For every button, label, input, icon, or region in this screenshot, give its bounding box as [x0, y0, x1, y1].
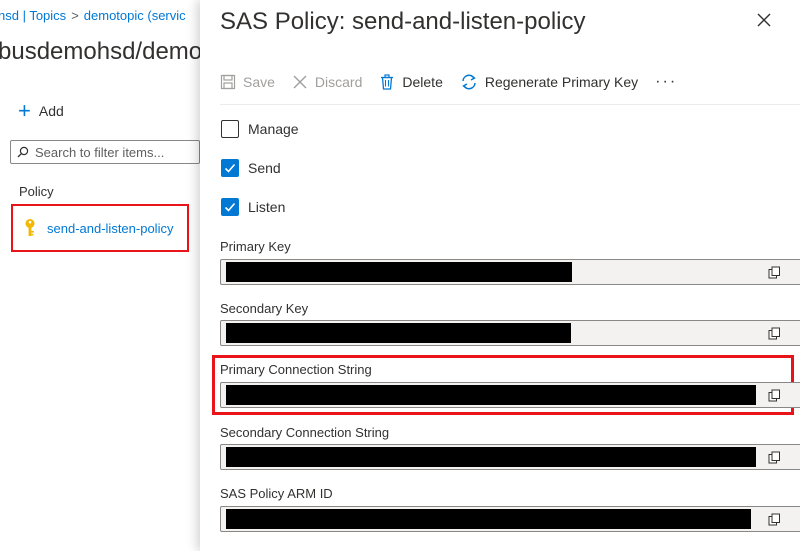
background-blade: hsd | Topics > demotopic (servic busdemohs… — [0, 0, 203, 551]
more-icon[interactable]: ··· — [655, 73, 677, 91]
listen-checkbox-box[interactable] — [221, 198, 239, 216]
discard-icon — [292, 74, 308, 90]
secondary-key-field[interactable] — [220, 320, 800, 346]
filter-input[interactable]: Search to filter items... — [10, 140, 200, 164]
discard-button[interactable]: Discard — [292, 74, 362, 90]
delete-label: Delete — [402, 74, 443, 90]
regenerate-label: Regenerate Primary Key — [484, 74, 639, 90]
copy-icon — [768, 389, 780, 401]
search-icon — [17, 146, 29, 158]
manage-checkbox[interactable]: Manage — [221, 120, 299, 138]
copy-icon — [768, 266, 780, 278]
close-icon — [757, 13, 771, 32]
save-icon — [220, 74, 236, 90]
regenerate-icon — [460, 73, 478, 91]
listen-checkbox[interactable]: Listen — [221, 198, 285, 216]
panel-title: SAS Policy: send-and-listen-policy — [220, 8, 586, 35]
primary-key-label: Primary Key — [220, 239, 291, 254]
breadcrumb-item-topics[interactable]: hsd | Topics — [0, 8, 66, 23]
close-button[interactable] — [754, 12, 774, 32]
copy-icon — [768, 327, 780, 339]
manage-checkbox-box[interactable] — [221, 120, 239, 138]
save-button[interactable]: Save — [220, 74, 275, 90]
policy-column-header: Policy — [19, 184, 54, 199]
breadcrumb-separator: > — [71, 8, 79, 23]
secondary-key-label: Secondary Key — [220, 301, 309, 316]
redacted-value — [226, 447, 756, 467]
arm-id-label: SAS Policy ARM ID — [220, 486, 333, 501]
add-button[interactable]: + Add — [18, 100, 64, 122]
copy-primary-key-button[interactable] — [766, 264, 782, 280]
key-icon — [23, 218, 37, 238]
checkmark-icon — [224, 163, 236, 173]
manage-label: Manage — [248, 121, 299, 137]
breadcrumb-item-demotopic[interactable]: demotopic (servic — [84, 8, 186, 23]
copy-icon — [768, 451, 780, 463]
redacted-value — [226, 262, 572, 282]
policy-list-item[interactable]: send-and-listen-policy — [11, 204, 189, 252]
listen-label: Listen — [248, 199, 286, 215]
delete-icon — [379, 74, 395, 90]
redacted-value — [226, 323, 571, 343]
copy-secondary-key-button[interactable] — [766, 325, 782, 341]
secondary-connection-string-field[interactable] — [220, 444, 800, 470]
policy-name-link[interactable]: send-and-listen-policy — [47, 221, 173, 236]
sas-policy-panel: SAS Policy: send-and-listen-policy Save … — [200, 0, 800, 551]
redacted-value — [226, 509, 751, 529]
regenerate-primary-key-button[interactable]: Regenerate Primary Key — [460, 73, 638, 91]
redacted-value — [226, 385, 756, 405]
checkmark-icon — [224, 202, 236, 212]
primary-key-field[interactable] — [220, 259, 800, 285]
plus-icon: + — [18, 98, 31, 123]
send-label: Send — [248, 160, 281, 176]
save-label: Save — [243, 74, 275, 90]
copy-icon — [768, 513, 780, 525]
discard-label: Discard — [314, 74, 363, 90]
add-button-label: Add — [38, 103, 64, 119]
command-bar: Save Discard Delete Regenerate Primary K… — [220, 68, 790, 96]
primary-connection-string-label: Primary Connection String — [220, 362, 372, 377]
secondary-connection-string-label: Secondary Connection String — [220, 425, 390, 440]
send-checkbox[interactable]: Send — [221, 159, 281, 177]
arm-id-field[interactable] — [220, 506, 800, 532]
send-checkbox-box[interactable] — [221, 159, 239, 177]
copy-arm-id-button[interactable] — [766, 511, 782, 527]
primary-connection-string-field[interactable] — [220, 382, 800, 408]
copy-primary-connection-string-button[interactable] — [766, 387, 782, 403]
breadcrumb: hsd | Topics > demotopic (servic — [0, 8, 186, 23]
delete-button[interactable]: Delete — [379, 74, 443, 90]
copy-secondary-connection-string-button[interactable] — [766, 449, 782, 465]
toolbar-divider — [220, 104, 800, 105]
background-page-title: busdemohsd/demo — [0, 38, 203, 65]
filter-placeholder: Search to filter items... — [35, 144, 165, 160]
